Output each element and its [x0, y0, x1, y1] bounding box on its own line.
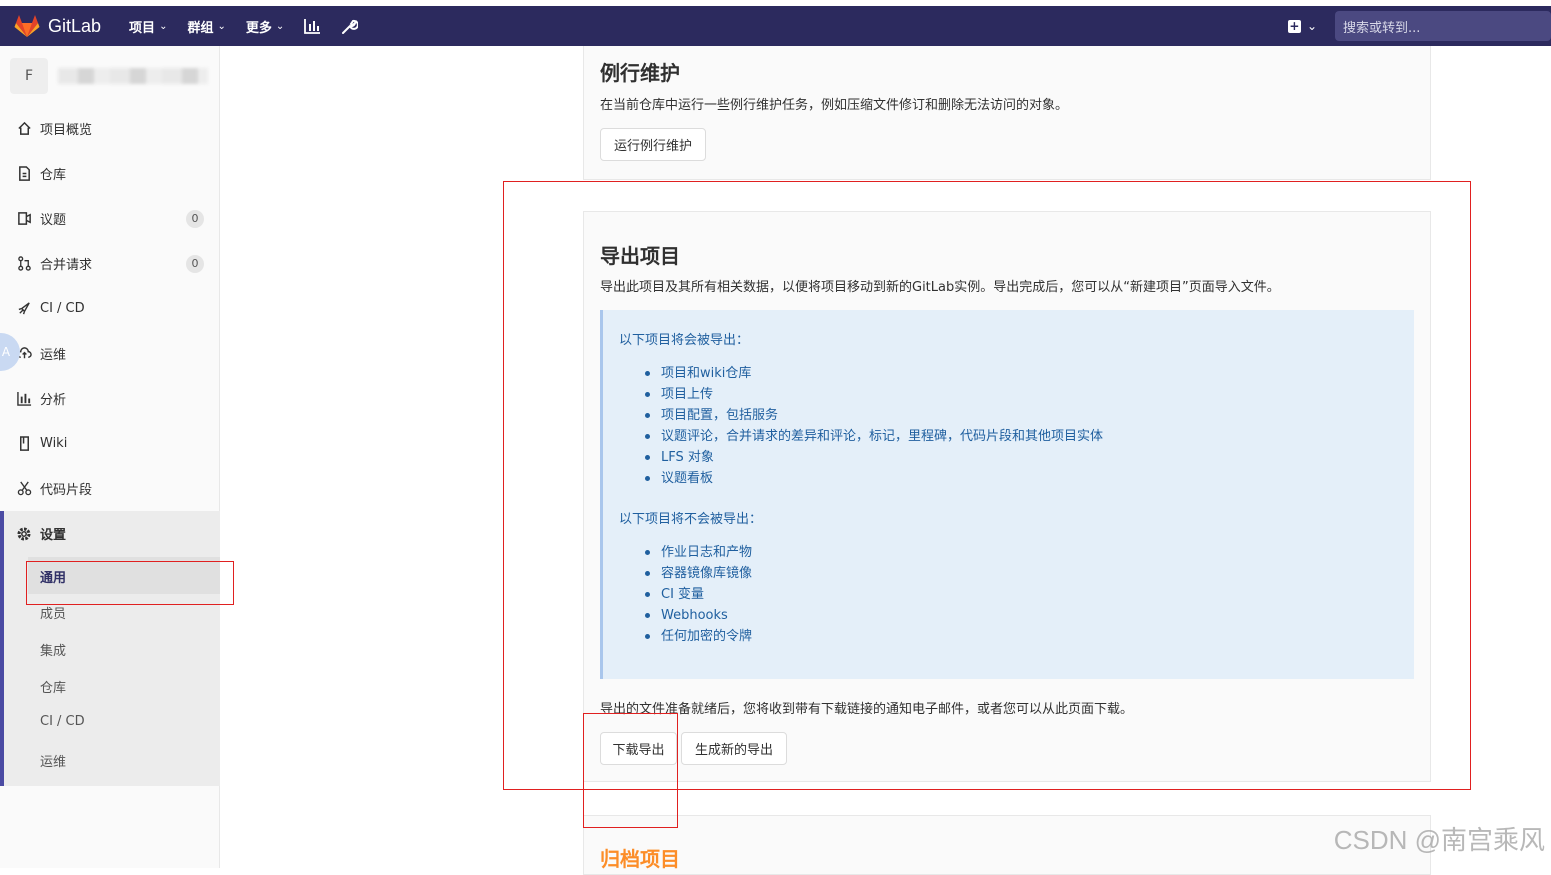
sidebar-item-ci-cd[interactable]: CI / CD [0, 286, 220, 331]
brand-name: GitLab [48, 15, 102, 36]
sidebar-subitem-repository[interactable]: 仓库 [40, 677, 66, 696]
issues-icon [16, 211, 32, 226]
sidebar-item-wiki[interactable]: Wiki [0, 421, 220, 466]
housekeeping-description: 在当前仓库中运行一些例行维护任务，例如压缩文件修订和删除无法访问的对象。 [600, 98, 1069, 113]
merge-requests-count-badge: 0 [186, 254, 204, 273]
list-item: 项目配置，包括服务 [643, 405, 1103, 426]
housekeeping-card [583, 46, 1431, 180]
list-item: 项目和wiki仓库 [643, 363, 1103, 384]
sidebar-item-settings[interactable]: 设置 [4, 511, 220, 556]
sidebar-item-overview[interactable]: 项目概览 [0, 106, 220, 151]
search-placeholder: 搜索或转到... [1343, 20, 1421, 36]
wrench-icon[interactable] [341, 18, 359, 35]
list-item: LFS 对象 [643, 447, 1103, 468]
wont-export-list: 作业日志和产物 容器镜像库镜像 CI 变量 Webhooks 任何加密的令牌 [643, 542, 752, 647]
sidebar-item-repository[interactable]: 仓库 [0, 151, 220, 196]
gitlab-logo[interactable]: GitLab [14, 13, 101, 39]
chevron-down-icon: ⌄ [159, 20, 168, 32]
nav-projects-label: 项目 [129, 20, 156, 36]
sidebar-item-label: 代码片段 [40, 483, 93, 498]
export-title: 导出项目 [600, 244, 680, 268]
will-export-heading: 以下项目将会被导出： [619, 333, 750, 348]
top-navbar: GitLab 项目 ⌄ 群组 ⌄ 更多 ⌄ + ⌄ 搜索或转到... [0, 6, 1551, 46]
list-item: 议题评论，合并请求的差异和评论，标记，里程碑，代码片段和其他项目实体 [643, 426, 1103, 447]
archive-card [583, 815, 1431, 875]
sidebar-subitem-integrations[interactable]: 集成 [40, 640, 66, 659]
project-name-redacted [58, 68, 208, 84]
wont-export-heading: 以下项目将不会被导出： [619, 512, 763, 527]
list-item: Webhooks [643, 605, 752, 626]
nav-more-label: 更多 [245, 20, 272, 36]
sidebar-settings-section: 设置 通用 成员 集成 仓库 CI / CD 运维 [0, 511, 220, 786]
export-description: 导出此项目及其所有相关数据，以便将项目移动到新的GitLab实例。导出完成后，您… [600, 280, 1280, 295]
chart-icon [16, 391, 32, 406]
nav-projects[interactable]: 项目 ⌄ [129, 17, 167, 36]
export-ready-note: 导出的文件准备就绪后，您将收到带有下载链接的通知电子邮件，或者您可以从此页面下载… [600, 702, 1134, 717]
sidebar-settings-label: 设置 [40, 528, 67, 543]
generate-new-export-button[interactable]: 生成新的导出 [681, 732, 787, 765]
nav-groups-label: 群组 [187, 20, 214, 36]
sidebar-item-issues[interactable]: 议题 0 [0, 196, 220, 241]
watermark: CSDN @南宫乘风 [1333, 825, 1545, 855]
sidebar-project-header[interactable]: F [10, 58, 220, 94]
sidebar-subitem-general[interactable]: 通用 [40, 567, 66, 586]
plus-square-icon: + [1287, 18, 1301, 33]
rocket-icon [16, 301, 32, 316]
run-housekeeping-button[interactable]: 运行例行维护 [600, 128, 706, 161]
sidebar-item-label: 仓库 [40, 168, 67, 183]
will-export-list: 项目和wiki仓库 项目上传 项目配置，包括服务 议题评论，合并请求的差异和评论… [643, 363, 1103, 489]
list-item: 项目上传 [643, 384, 1103, 405]
issues-count-badge: 0 [186, 209, 204, 228]
tanuki-icon [14, 15, 40, 37]
sidebar-item-merge-requests[interactable]: 合并请求 0 [0, 241, 220, 286]
sidebar-item-operations[interactable]: 运维 [0, 331, 220, 376]
download-export-button[interactable]: 下载导出 [600, 732, 677, 765]
sidebar-subitem-operations[interactable]: 运维 [40, 751, 66, 770]
list-item: 议题看板 [643, 468, 1103, 489]
nav-more[interactable]: 更多 ⌄ [246, 17, 284, 36]
chevron-down-icon: ⌄ [275, 20, 285, 32]
project-avatar: F [10, 58, 48, 94]
sidebar-item-label: Wiki [40, 436, 68, 451]
sidebar-subitem-members[interactable]: 成员 [40, 603, 66, 622]
merge-request-icon [16, 256, 32, 271]
project-sidebar: F 项目概览 仓库 议题 0 合并请求 0 CI / CD 运维 分析 Wiki… [0, 46, 220, 868]
gear-icon [16, 526, 32, 542]
sidebar-item-label: 议题 [40, 213, 67, 228]
sidebar-item-label: 项目概览 [40, 123, 93, 138]
sidebar-item-label: 分析 [40, 393, 67, 408]
nav-groups[interactable]: 群组 ⌄ [187, 17, 225, 36]
list-item: 任何加密的令牌 [643, 626, 752, 647]
housekeeping-title: 例行维护 [600, 61, 680, 85]
sidebar-subitem-ci-cd[interactable]: CI / CD [40, 714, 85, 729]
scissors-icon [16, 481, 32, 496]
chevron-down-icon: ⌄ [217, 20, 226, 32]
book-icon [16, 436, 32, 451]
new-item-button[interactable]: + ⌄ [1287, 18, 1317, 33]
export-info-box: 以下项目将会被导出： 项目和wiki仓库 项目上传 项目配置，包括服务 议题评论… [600, 310, 1414, 679]
document-icon [16, 166, 32, 181]
activity-chart-icon[interactable] [304, 18, 321, 34]
sidebar-item-analytics[interactable]: 分析 [0, 376, 220, 421]
sidebar-item-label: 合并请求 [40, 258, 93, 273]
list-item: 作业日志和产物 [643, 542, 752, 563]
sidebar-item-label: 运维 [40, 348, 67, 363]
list-item: 容器镜像库镜像 [643, 563, 752, 584]
chevron-down-icon: ⌄ [1306, 19, 1317, 33]
sidebar-item-label: CI / CD [40, 301, 85, 316]
sidebar-item-snippets[interactable]: 代码片段 [0, 466, 220, 511]
home-icon [16, 121, 32, 136]
list-item: CI 变量 [643, 584, 752, 605]
search-input[interactable]: 搜索或转到... [1335, 11, 1551, 41]
